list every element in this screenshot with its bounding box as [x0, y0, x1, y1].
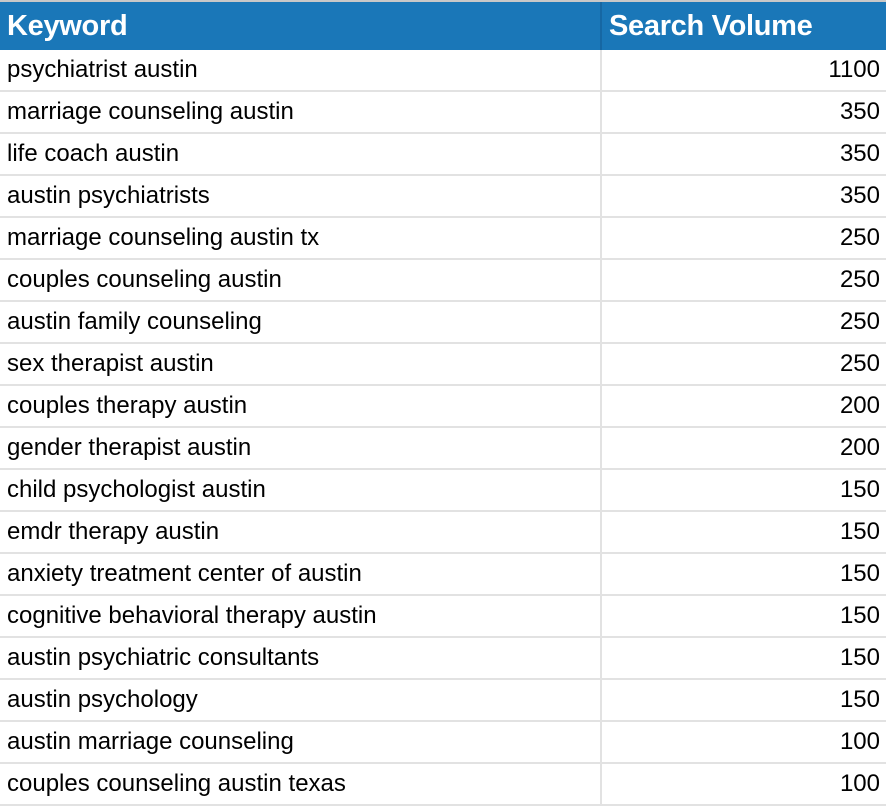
header-row: Keyword Search Volume [0, 2, 886, 50]
table-row: sex therapist austin 250 [0, 343, 886, 386]
search-volume-cell[interactable]: 150 [601, 595, 886, 638]
header-search-volume[interactable]: Search Volume [601, 2, 886, 50]
search-volume-cell[interactable]: 250 [601, 217, 886, 260]
keyword-cell[interactable]: austin family counseling [0, 301, 602, 344]
keyword-cell[interactable]: couples counseling austin [0, 259, 602, 302]
search-volume-cell[interactable]: 100 [601, 721, 886, 764]
search-volume-cell[interactable]: 100 [601, 763, 886, 806]
table-row: marriage counseling austin 350 [0, 91, 886, 134]
search-volume-cell[interactable]: 350 [601, 91, 886, 134]
header-keyword[interactable]: Keyword [0, 2, 602, 50]
keyword-cell[interactable]: cognitive behavioral therapy austin [0, 595, 602, 638]
keyword-cell[interactable]: gender therapist austin [0, 427, 602, 470]
keyword-table-container: Keyword Search Volume psychiatrist austi… [0, 0, 886, 806]
keyword-cell[interactable]: emdr therapy austin [0, 511, 602, 554]
table-row: austin psychiatrists 350 [0, 175, 886, 218]
keyword-cell[interactable]: sex therapist austin [0, 343, 602, 386]
keyword-cell[interactable]: anxiety treatment center of austin [0, 553, 602, 596]
table-row: couples counseling austin 250 [0, 259, 886, 302]
keyword-cell[interactable]: life coach austin [0, 133, 602, 176]
search-volume-cell[interactable]: 150 [601, 679, 886, 722]
keyword-cell[interactable]: couples therapy austin [0, 385, 602, 428]
search-volume-cell[interactable]: 350 [601, 133, 886, 176]
search-volume-cell[interactable]: 150 [601, 469, 886, 512]
table-row: austin marriage counseling 100 [0, 721, 886, 764]
table-row: psychiatrist austin 1100 [0, 50, 886, 92]
keyword-table: Keyword Search Volume psychiatrist austi… [0, 2, 886, 806]
table-row: anxiety treatment center of austin 150 [0, 553, 886, 596]
keyword-cell[interactable]: austin psychiatric consultants [0, 637, 602, 680]
table-row: child psychologist austin 150 [0, 469, 886, 512]
table-row: austin psychology 150 [0, 679, 886, 722]
table-row: gender therapist austin 200 [0, 427, 886, 470]
table-row: austin psychiatric consultants 150 [0, 637, 886, 680]
keyword-cell[interactable]: child psychologist austin [0, 469, 602, 512]
search-volume-cell[interactable]: 150 [601, 553, 886, 596]
keyword-cell[interactable]: marriage counseling austin [0, 91, 602, 134]
search-volume-cell[interactable]: 200 [601, 427, 886, 470]
table-row: emdr therapy austin 150 [0, 511, 886, 554]
keyword-cell[interactable]: austin marriage counseling [0, 721, 602, 764]
search-volume-cell[interactable]: 200 [601, 385, 886, 428]
table-row: couples therapy austin 200 [0, 385, 886, 428]
table-row: marriage counseling austin tx 250 [0, 217, 886, 260]
search-volume-cell[interactable]: 250 [601, 301, 886, 344]
table-row: life coach austin 350 [0, 133, 886, 176]
keyword-cell[interactable]: couples counseling austin texas [0, 763, 602, 806]
keyword-cell[interactable]: marriage counseling austin tx [0, 217, 602, 260]
table-row: cognitive behavioral therapy austin 150 [0, 595, 886, 638]
search-volume-cell[interactable]: 150 [601, 511, 886, 554]
table-row: austin family counseling 250 [0, 301, 886, 344]
table-row: couples counseling austin texas 100 [0, 763, 886, 806]
keyword-cell[interactable]: austin psychology [0, 679, 602, 722]
search-volume-cell[interactable]: 250 [601, 259, 886, 302]
keyword-cell[interactable]: psychiatrist austin [0, 50, 602, 92]
search-volume-cell[interactable]: 250 [601, 343, 886, 386]
search-volume-cell[interactable]: 350 [601, 175, 886, 218]
search-volume-cell[interactable]: 150 [601, 637, 886, 680]
keyword-cell[interactable]: austin psychiatrists [0, 175, 602, 218]
search-volume-cell[interactable]: 1100 [601, 50, 886, 92]
